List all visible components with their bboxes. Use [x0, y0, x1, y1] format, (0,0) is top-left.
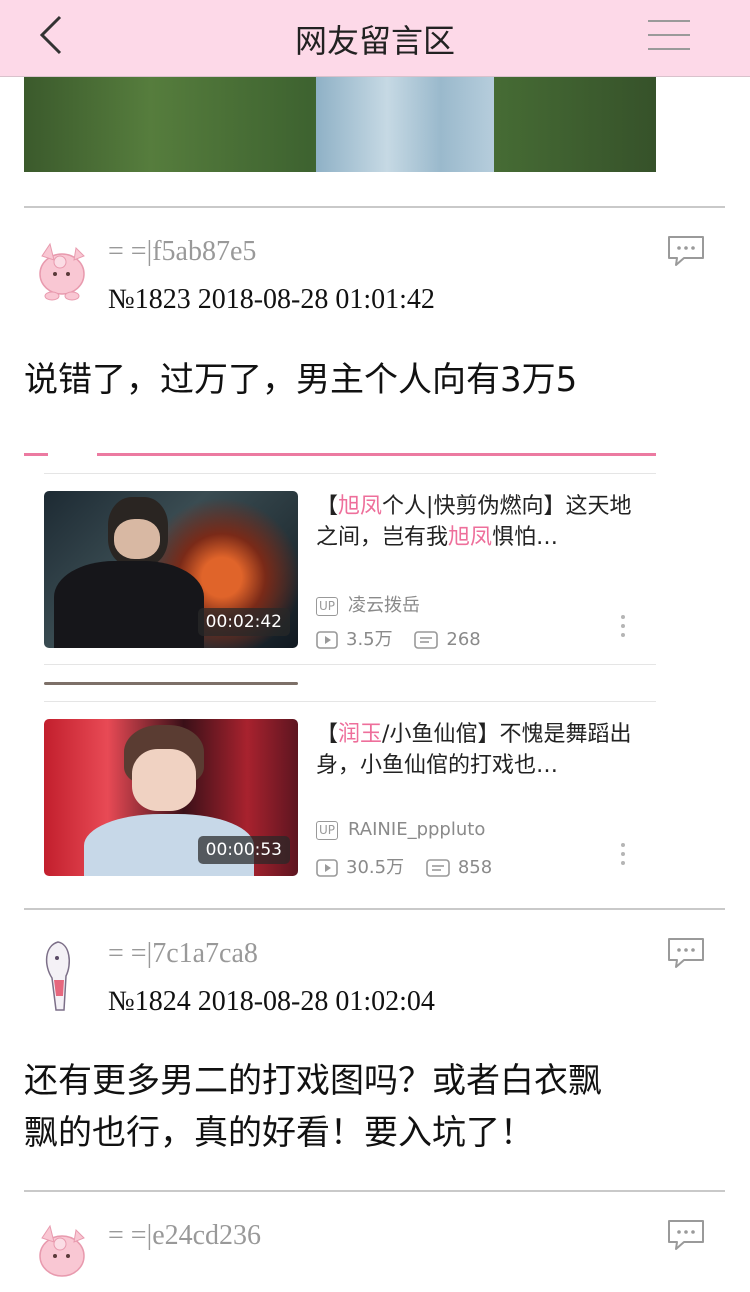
video-card[interactable]: 00:02:42 【旭凤个人|快剪伪燃向】这天地之间，岂有我旭凤惧怕… UP 凌云…	[44, 491, 656, 651]
comment-meta: №1824 2018-08-28 01:02:04	[108, 986, 435, 1017]
avatar[interactable]	[30, 936, 92, 1011]
reply-button[interactable]	[666, 234, 706, 268]
comment-text-line: 飘的也行，真的好看！要入坑了！	[24, 1113, 534, 1153]
avatar[interactable]	[30, 236, 92, 306]
video-title[interactable]: 【旭凤个人|快剪伪燃向】这天地之间，岂有我旭凤惧怕…	[316, 491, 646, 553]
avatar-image	[45, 941, 71, 1011]
video-thumbnail[interactable]: 00:02:42	[44, 491, 298, 648]
image-figure	[316, 77, 494, 172]
title-text: 【	[316, 494, 339, 519]
comment-text-line: 还有更多男二的打戏图吗？或者白衣飘	[24, 1061, 602, 1101]
figure-face	[132, 749, 196, 811]
video-stats: 3.5万 268	[316, 625, 481, 651]
reply-button[interactable]	[666, 936, 706, 970]
title-text: 【	[316, 722, 339, 747]
comment-bubble-icon	[668, 938, 704, 968]
divider	[24, 206, 725, 208]
comment-text: 还有更多男二的打戏图吗？或者白衣飘 飘的也行，真的好看！要入坑了！	[24, 1055, 602, 1159]
comment-bubble-icon	[668, 236, 704, 266]
title-highlight: 旭凤	[448, 525, 493, 550]
comment-text: 说错了，过万了，男主个人向有3万5	[24, 360, 578, 400]
reply-button[interactable]	[666, 1218, 706, 1252]
avatar[interactable]	[30, 1218, 92, 1288]
video-card[interactable]: 00:00:53 【润玉/小鱼仙倌】不愧是舞蹈出身，小鱼仙倌的打戏也… UP RA…	[44, 719, 656, 879]
menu-line	[648, 34, 690, 36]
comment-username: = =|e24cd236	[108, 1220, 262, 1251]
play-icon	[316, 859, 338, 877]
video-title[interactable]: 【润玉/小鱼仙倌】不愧是舞蹈出身，小鱼仙倌的打戏也…	[316, 719, 646, 781]
video-duration: 00:02:42	[197, 608, 290, 636]
page-title: 网友留言区	[294, 22, 455, 60]
danmaku-count: 858	[457, 857, 493, 878]
play-icon	[316, 631, 338, 649]
figure-body	[54, 561, 204, 648]
embed-divider	[24, 453, 48, 456]
hamburger-menu-icon	[648, 20, 690, 22]
video-card-peek	[44, 682, 298, 685]
danmaku-icon	[414, 631, 439, 649]
menu-line	[648, 48, 690, 50]
title-highlight: 润玉	[338, 722, 383, 747]
comment-meta: №1823 2018-08-28 01:01:42	[108, 284, 435, 315]
video-thumbnail[interactable]: 00:00:53	[44, 719, 298, 876]
comment-bubble-icon	[668, 1220, 704, 1250]
list-divider	[44, 473, 656, 474]
avatar-image	[39, 242, 85, 301]
menu-button[interactable]	[648, 20, 690, 52]
danmaku-count: 268	[446, 629, 481, 650]
video-stats: 30.5万 858	[316, 853, 492, 879]
avatar-image	[39, 1224, 85, 1277]
divider	[24, 908, 725, 910]
title-text: 惧怕…	[492, 525, 559, 550]
uploader-name: RAINIE_pppluto	[348, 819, 486, 840]
title-highlight: 旭凤	[338, 494, 383, 519]
more-vertical-icon[interactable]	[620, 843, 626, 870]
up-tag-icon: UP	[316, 820, 339, 840]
more-vertical-icon[interactable]	[620, 615, 626, 642]
comment-username: = =|7c1a7ca8	[108, 938, 258, 969]
post-image[interactable]	[24, 77, 656, 172]
comment-username: = =|f5ab87e5	[108, 236, 257, 267]
embed-divider	[97, 453, 656, 456]
divider	[24, 1190, 725, 1192]
video-uploader[interactable]: UP RAINIE_pppluto	[316, 819, 485, 840]
view-count: 30.5万	[346, 857, 405, 878]
video-uploader[interactable]: UP 凌云拨岳	[316, 591, 420, 617]
list-divider	[44, 664, 656, 665]
video-duration: 00:00:53	[197, 836, 290, 864]
danmaku-icon	[426, 859, 450, 877]
uploader-name: 凌云拨岳	[348, 595, 421, 616]
view-count: 3.5万	[346, 629, 393, 650]
list-divider	[44, 701, 656, 702]
figure-face	[114, 519, 160, 559]
app-header: 网友留言区	[0, 0, 750, 77]
up-tag-icon: UP	[316, 596, 339, 616]
